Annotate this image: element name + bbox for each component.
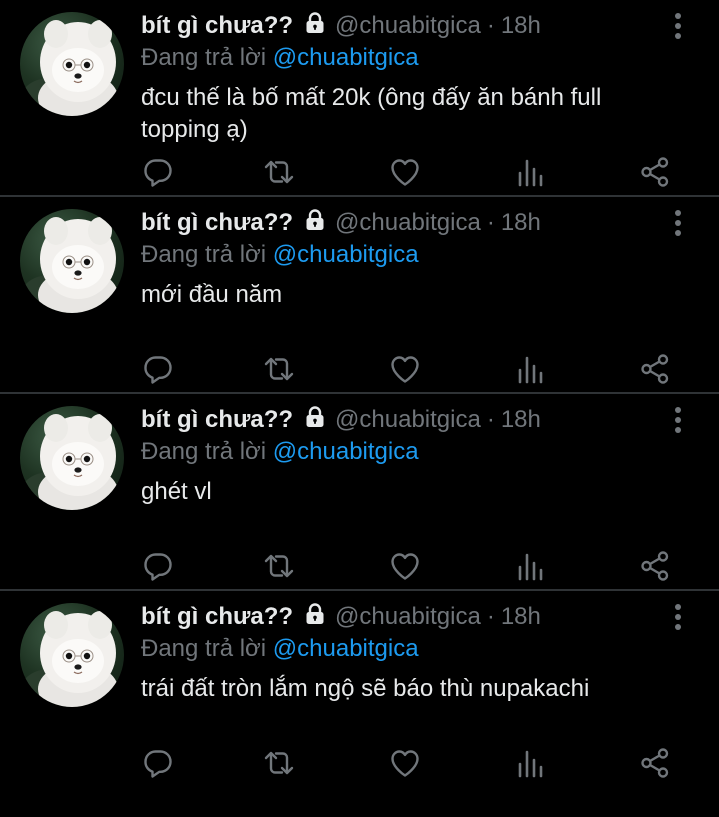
mention-link[interactable]: @chuabitgica [273, 438, 419, 465]
timestamp[interactable]: 18h [501, 12, 541, 40]
share-icon[interactable] [639, 747, 671, 779]
heart-icon[interactable] [389, 156, 421, 188]
replying-to: Đang trả lời @chuabitgica [141, 44, 419, 72]
tweet-header: bít gì chưa?? @chuabitgica · 18h [141, 207, 541, 239]
display-name[interactable]: bít gì chưa?? [141, 12, 293, 40]
action-bar [141, 156, 671, 190]
replying-prefix: Đang trả lời [141, 44, 267, 71]
reply-icon[interactable] [142, 353, 174, 385]
separator-dot: · [486, 12, 495, 39]
timestamp[interactable]: 18h [501, 603, 541, 631]
more-vertical-icon[interactable] [666, 12, 690, 40]
tweet-text: ghét vl [141, 478, 212, 505]
mention-link[interactable]: @chuabitgica [273, 241, 419, 268]
avatar[interactable] [20, 603, 124, 707]
separator-dot: · [486, 406, 495, 433]
timestamp[interactable]: 18h [501, 209, 541, 237]
heart-icon[interactable] [389, 550, 421, 582]
tweet[interactable]: bít gì chưa?? @chuabitgica · 18h Đang tr… [0, 0, 719, 197]
tweet-header: bít gì chưa?? @chuabitgica · 18h [141, 601, 541, 633]
heart-icon[interactable] [389, 747, 421, 779]
retweet-icon[interactable] [263, 156, 295, 188]
tweet-feed: bít gì chưa?? @chuabitgica · 18h Đang tr… [0, 0, 719, 800]
display-name[interactable]: bít gì chưa?? [141, 209, 293, 237]
more-vertical-icon[interactable] [666, 603, 690, 631]
action-bar [141, 550, 671, 584]
replying-prefix: Đang trả lời [141, 635, 267, 662]
replying-to: Đang trả lời @chuabitgica [141, 438, 419, 466]
lock-icon [293, 602, 335, 633]
tweet-header: bít gì chưa?? @chuabitgica · 18h [141, 404, 541, 436]
mention-link[interactable]: @chuabitgica [273, 44, 419, 71]
tweet-text: đcu thế là bố mất 20k (ông đấy ăn bánh f… [141, 84, 602, 143]
reply-icon[interactable] [142, 156, 174, 188]
share-icon[interactable] [639, 550, 671, 582]
reply-icon[interactable] [142, 747, 174, 779]
handle[interactable]: @chuabitgica [335, 603, 481, 631]
share-icon[interactable] [639, 156, 671, 188]
share-icon[interactable] [639, 353, 671, 385]
tweet[interactable]: bít gì chưa?? @chuabitgica · 18h Đang tr… [0, 591, 719, 800]
tweet[interactable]: bít gì chưa?? @chuabitgica · 18h Đang tr… [0, 197, 719, 394]
avatar[interactable] [20, 12, 124, 116]
reply-icon[interactable] [142, 550, 174, 582]
separator-dot: · [486, 603, 495, 630]
retweet-icon[interactable] [263, 747, 295, 779]
mention-link[interactable]: @chuabitgica [273, 635, 419, 662]
replying-to: Đang trả lời @chuabitgica [141, 635, 419, 663]
handle[interactable]: @chuabitgica [335, 406, 481, 434]
views-icon[interactable] [515, 550, 547, 582]
tweet-header: bít gì chưa?? @chuabitgica · 18h [141, 10, 541, 42]
views-icon[interactable] [515, 747, 547, 779]
retweet-icon[interactable] [263, 353, 295, 385]
tweet-text: trái đất tròn lắm ngộ sẽ báo thù nupakac… [141, 675, 590, 702]
separator-dot: · [486, 209, 495, 236]
retweet-icon[interactable] [263, 550, 295, 582]
replying-to: Đang trả lời @chuabitgica [141, 241, 419, 269]
lock-icon [293, 405, 335, 436]
replying-prefix: Đang trả lời [141, 438, 267, 465]
action-bar [141, 353, 671, 387]
views-icon[interactable] [515, 156, 547, 188]
heart-icon[interactable] [389, 353, 421, 385]
lock-icon [293, 208, 335, 239]
more-vertical-icon[interactable] [666, 406, 690, 434]
display-name[interactable]: bít gì chưa?? [141, 406, 293, 434]
views-icon[interactable] [515, 353, 547, 385]
tweet[interactable]: bít gì chưa?? @chuabitgica · 18h Đang tr… [0, 394, 719, 591]
lock-icon [293, 11, 335, 42]
display-name[interactable]: bít gì chưa?? [141, 603, 293, 631]
replying-prefix: Đang trả lời [141, 241, 267, 268]
handle[interactable]: @chuabitgica [335, 209, 481, 237]
handle[interactable]: @chuabitgica [335, 12, 481, 40]
tweet-text: mới đầu năm [141, 281, 283, 308]
avatar[interactable] [20, 406, 124, 510]
action-bar [141, 747, 671, 781]
more-vertical-icon[interactable] [666, 209, 690, 237]
timestamp[interactable]: 18h [501, 406, 541, 434]
avatar[interactable] [20, 209, 124, 313]
